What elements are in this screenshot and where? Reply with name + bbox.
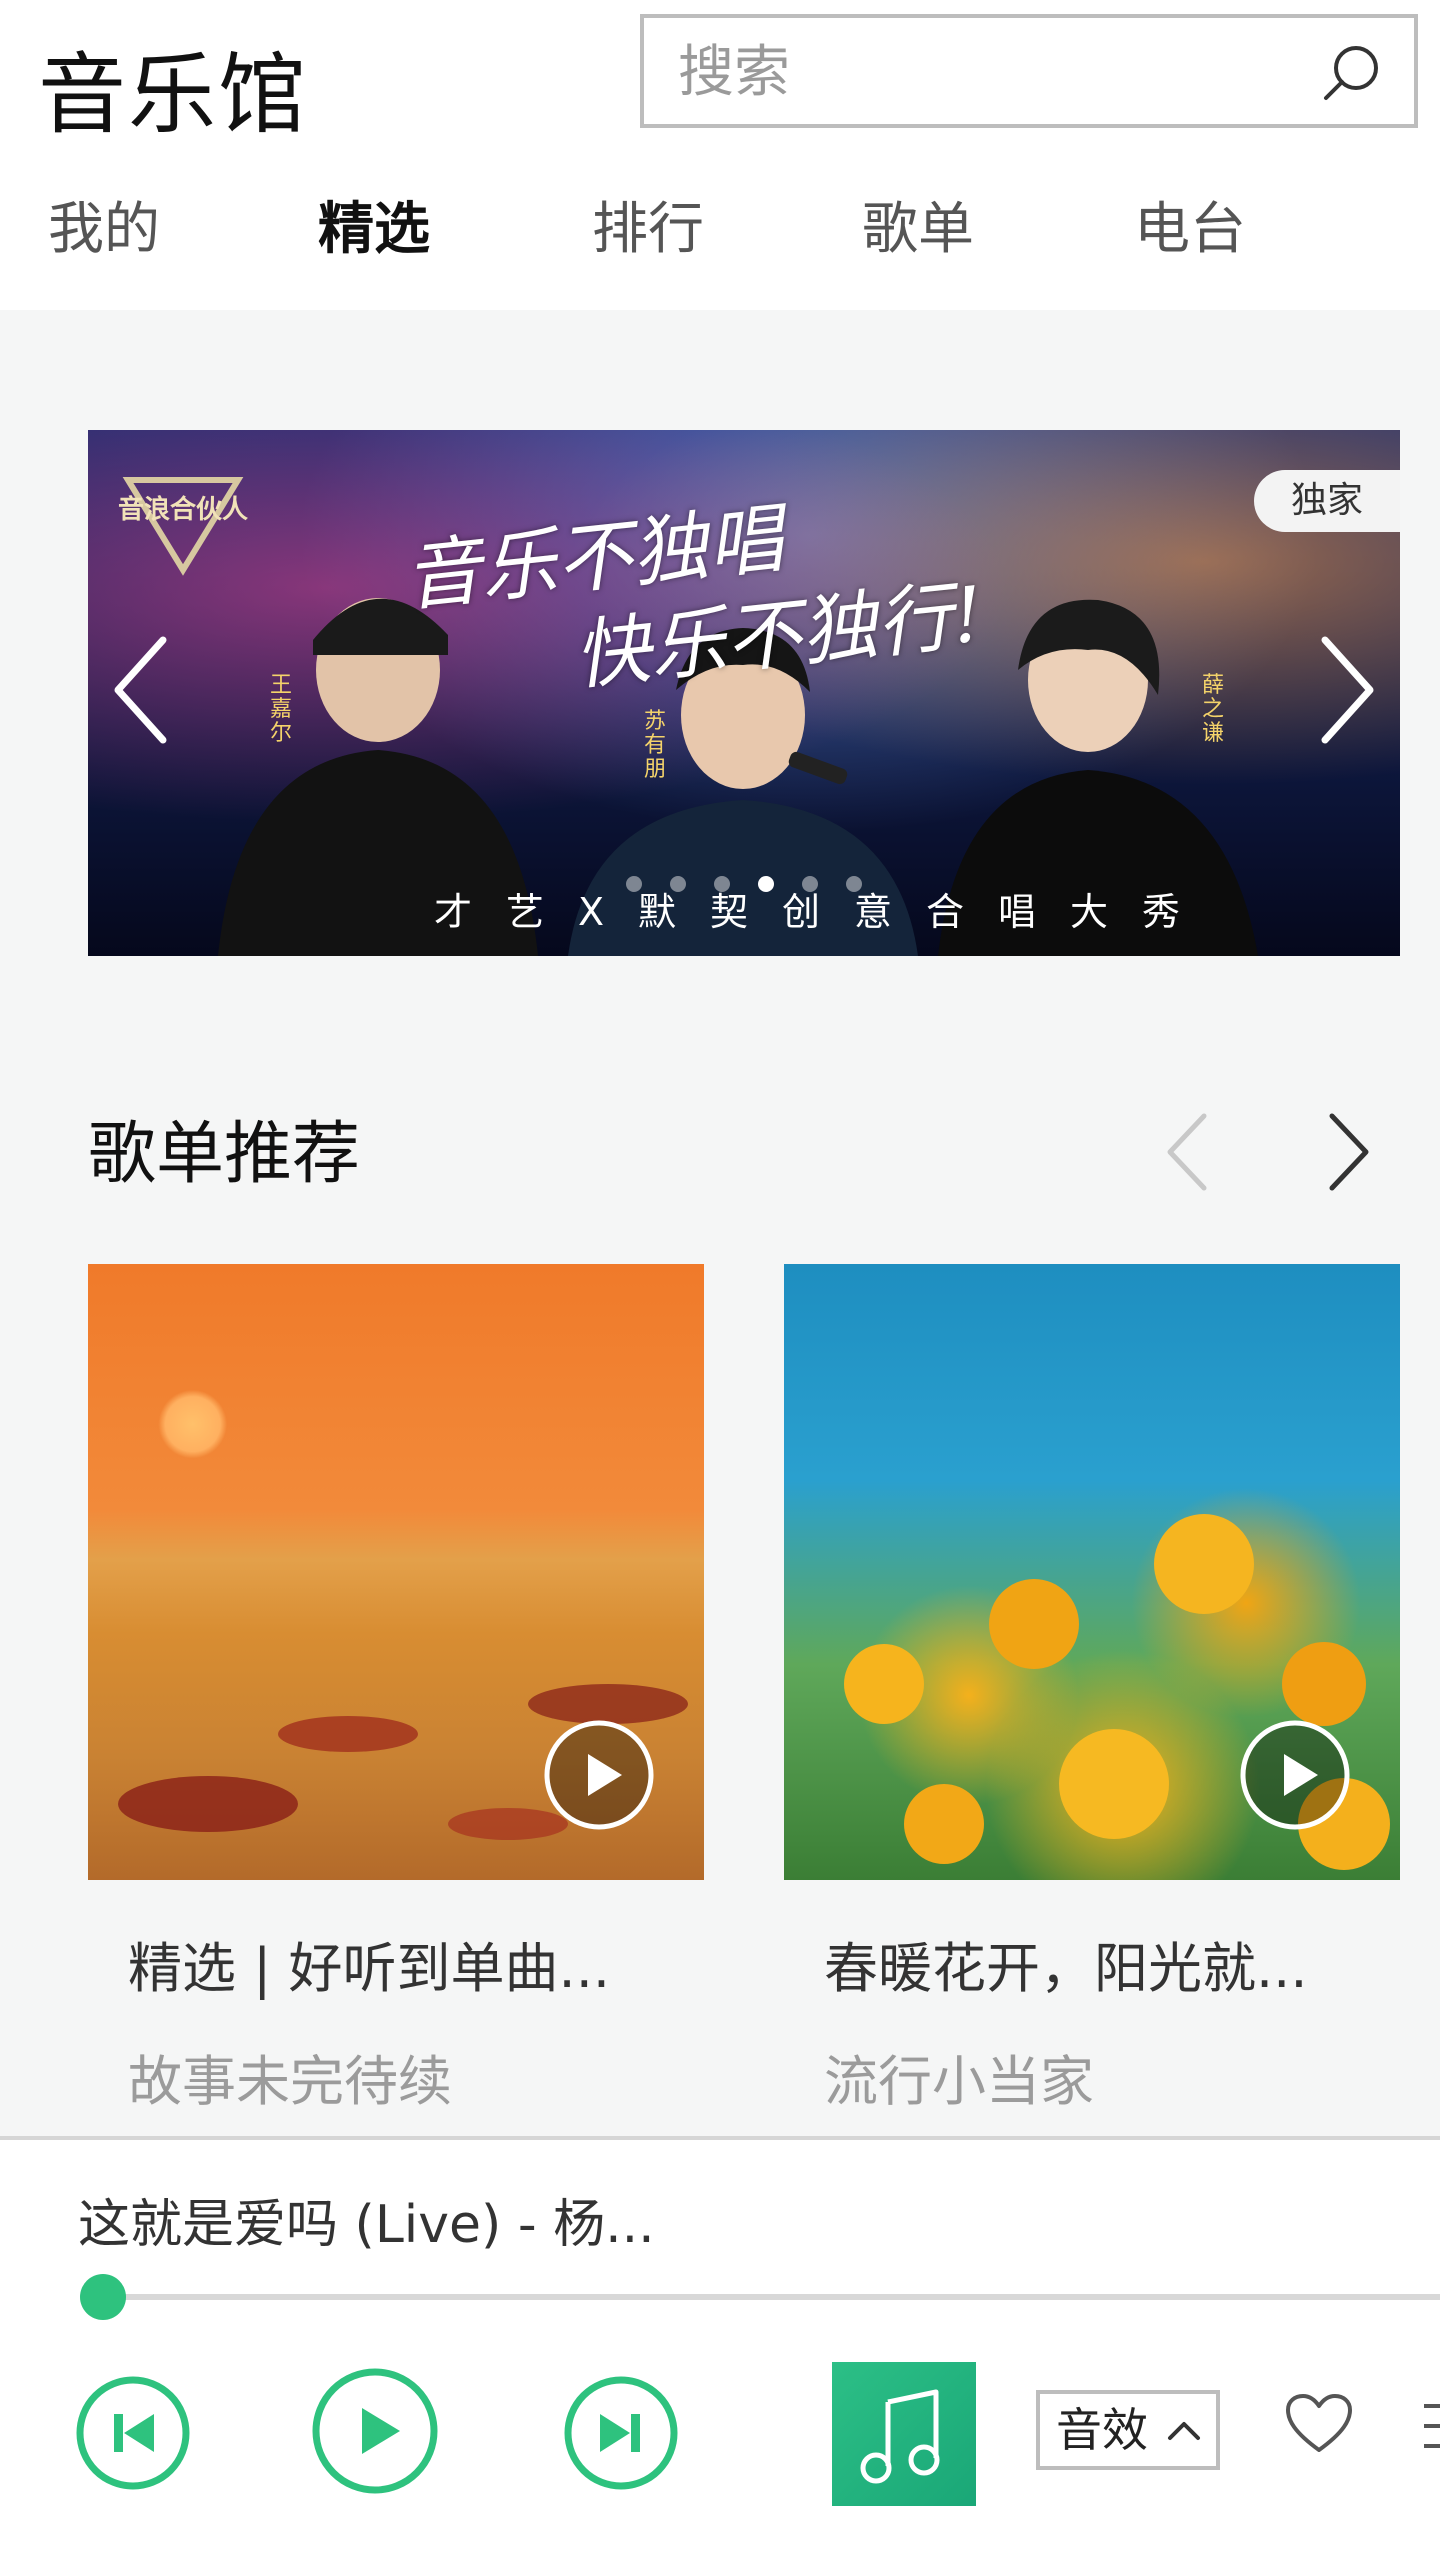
- progress-knob[interactable]: [80, 2274, 126, 2320]
- playlist-cover[interactable]: [784, 1264, 1400, 1880]
- singer-name-right: 薛之谦: [1202, 673, 1225, 746]
- playlist-menu-icon[interactable]: [1420, 2396, 1440, 2456]
- play-icon[interactable]: [1240, 1720, 1350, 1830]
- playlist-cover[interactable]: [88, 1264, 704, 1880]
- svg-text:音浪合伙人: 音浪合伙人: [118, 494, 248, 525]
- playlist-card[interactable]: 精选 | 好听到单曲... 故事未完待续: [88, 1264, 704, 2116]
- tab-ranking[interactable]: 排行: [592, 190, 704, 270]
- play-icon[interactable]: [544, 1720, 654, 1830]
- next-track-icon[interactable]: [562, 2374, 680, 2492]
- singer-name-center: 苏有朋: [644, 709, 667, 782]
- tab-playlists[interactable]: 歌单: [862, 190, 974, 270]
- top-tabs: 我的 精选 排行 歌单 电台: [0, 190, 1440, 310]
- page-title: 音乐馆: [38, 43, 309, 146]
- search-icon[interactable]: [1318, 40, 1384, 106]
- playlist-creator[interactable]: 流行小当家: [784, 2037, 1400, 2116]
- search-box[interactable]: [640, 14, 1418, 128]
- sound-effect-label: 音效: [1056, 2403, 1148, 2457]
- playlist-card[interactable]: 春暖花开，阳光就... 流行小当家: [784, 1264, 1400, 2116]
- banner-carousel[interactable]: 音浪合伙人 音乐不独唱 快乐不独行! 王嘉尔 苏有朋 薛之谦 才艺X默契创意合唱…: [88, 430, 1400, 956]
- banner-next-icon[interactable]: [1310, 630, 1380, 750]
- playlist-title[interactable]: 精选 | 好听到单曲...: [88, 1924, 704, 2003]
- previous-track-icon[interactable]: [74, 2374, 192, 2492]
- banner-prev-icon[interactable]: [108, 630, 178, 750]
- banner-tagline: 才艺X默契创意合唱大秀: [433, 890, 1215, 934]
- playlist-creator[interactable]: 故事未完待续: [88, 2037, 704, 2116]
- sound-effect-button[interactable]: 音效: [1036, 2390, 1220, 2470]
- playlist-title[interactable]: 春暖花开，阳光就...: [784, 1924, 1400, 2003]
- show-logo: 音浪合伙人: [118, 477, 248, 576]
- exclusive-badge: 独家: [1254, 470, 1400, 532]
- album-thumbnail[interactable]: [832, 2362, 976, 2506]
- section-next-icon[interactable]: [1318, 1110, 1378, 1194]
- chevron-up-icon: [1168, 2422, 1200, 2440]
- progress-track[interactable]: [104, 2294, 1440, 2300]
- search-input[interactable]: [678, 32, 1318, 112]
- mini-player: 这就是爱吗 (Live) - 杨... 音效: [0, 2136, 1440, 2560]
- now-playing-title[interactable]: 这就是爱吗 (Live) - 杨...: [78, 2182, 655, 2257]
- section-title-recommend: 歌单推荐: [88, 1115, 361, 1194]
- music-note-icon: [860, 2389, 940, 2484]
- section-prev-icon[interactable]: [1158, 1110, 1218, 1194]
- singer-name-left: 王嘉尔: [270, 673, 293, 746]
- tab-mine[interactable]: 我的: [48, 190, 160, 270]
- heart-icon[interactable]: [1284, 2392, 1354, 2456]
- tab-radio[interactable]: 电台: [1134, 190, 1246, 270]
- tab-featured[interactable]: 精选: [318, 190, 430, 270]
- play-pause-icon[interactable]: [310, 2366, 440, 2496]
